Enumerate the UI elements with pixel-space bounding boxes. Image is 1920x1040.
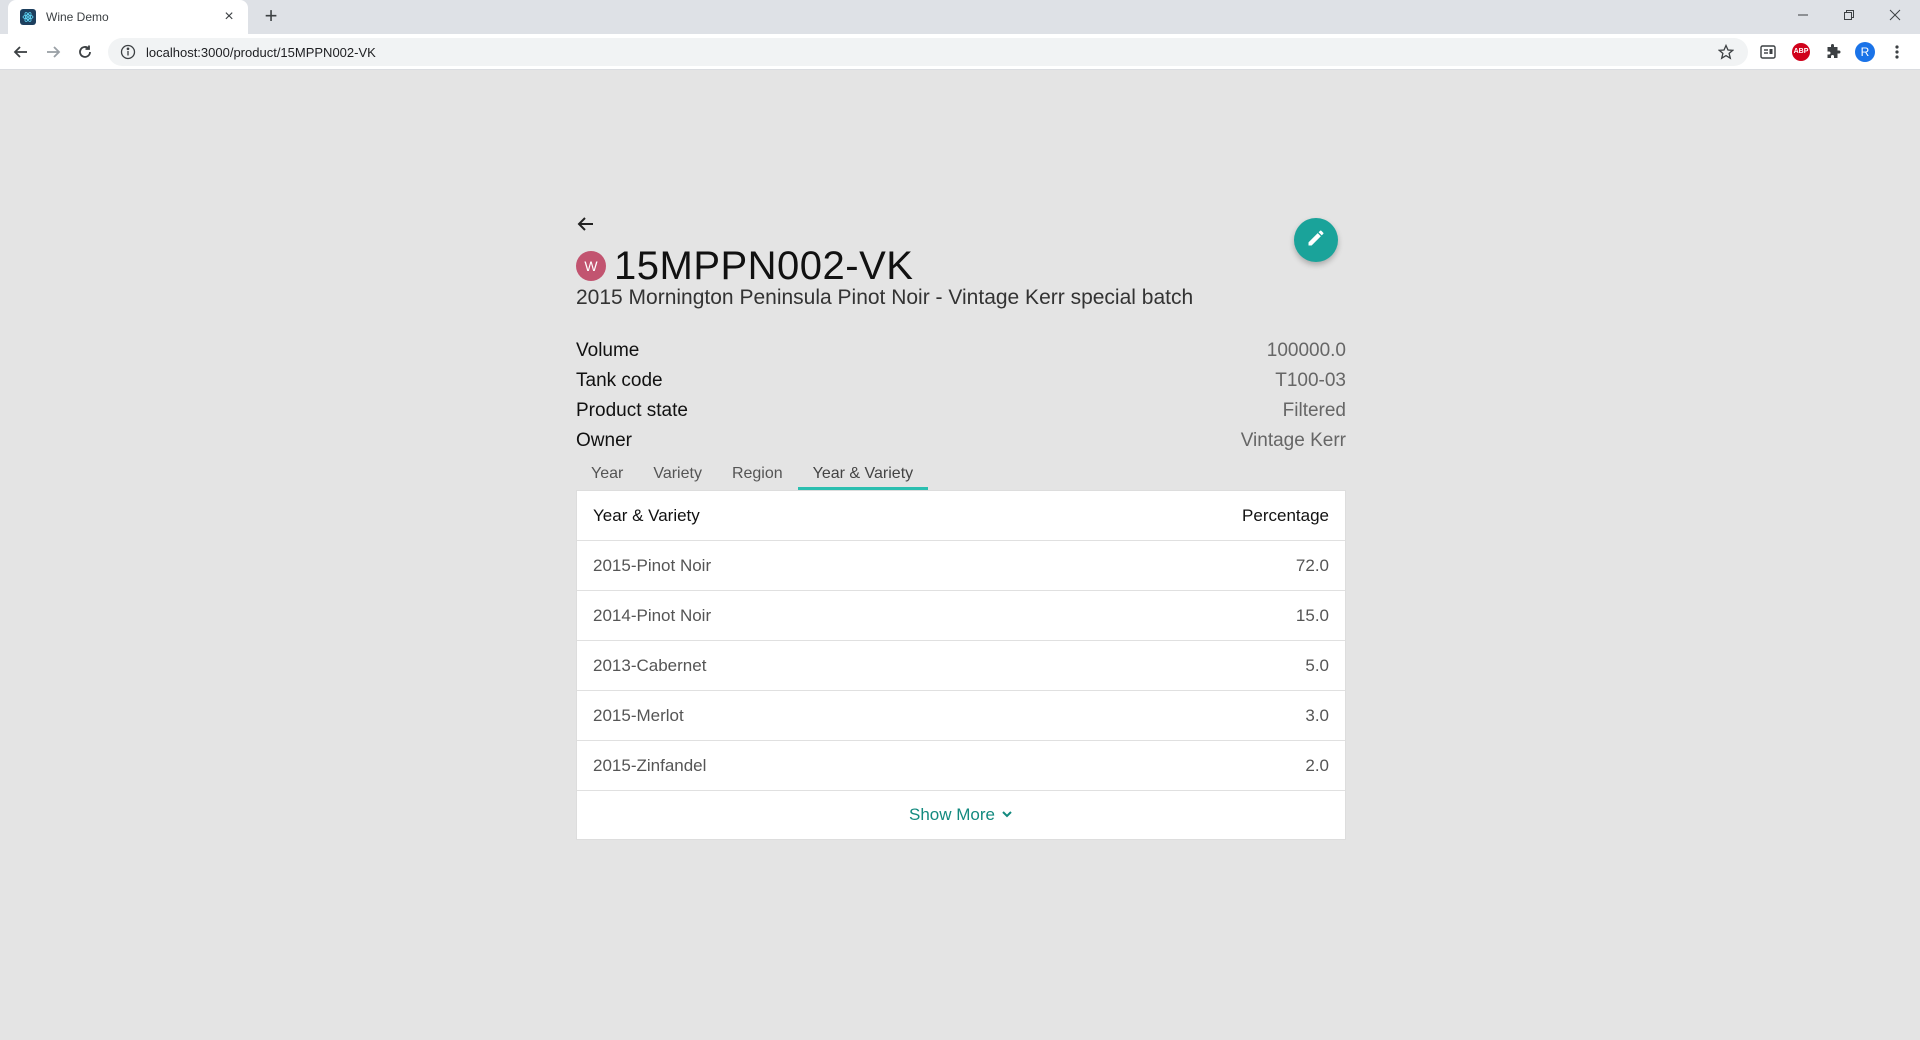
- extensions-puzzle-icon[interactable]: [1823, 42, 1843, 62]
- detail-value: 100000.0: [1266, 340, 1346, 361]
- detail-row-volume: Volume 100000.0: [576, 336, 1346, 366]
- site-info-icon[interactable]: [120, 44, 136, 60]
- table-cell: 15.0: [1295, 605, 1329, 625]
- tab-region[interactable]: Region: [717, 462, 798, 490]
- pencil-icon: [1306, 228, 1326, 253]
- edit-button[interactable]: [1294, 218, 1338, 262]
- show-more-button[interactable]: Show More: [577, 791, 1345, 839]
- table-row: 2015-Pinot Noir 72.0: [577, 541, 1345, 591]
- composition-table: Year & Variety Percentage 2015-Pinot Noi…: [576, 490, 1346, 840]
- restore-icon[interactable]: [1826, 0, 1872, 30]
- browser-tab[interactable]: Wine Demo ×: [8, 0, 248, 34]
- detail-label: Owner: [576, 430, 632, 451]
- detail-value: T100-03: [1275, 370, 1346, 391]
- tab-year-variety[interactable]: Year & Variety: [797, 462, 929, 490]
- browser-forward-button[interactable]: [40, 39, 66, 65]
- new-tab-button[interactable]: +: [260, 5, 282, 28]
- detail-value: Vintage Kerr: [1240, 430, 1346, 451]
- browser-reload-button[interactable]: [72, 39, 98, 65]
- detail-row-tank-code: Tank code T100-03: [576, 366, 1346, 396]
- close-window-icon[interactable]: [1872, 0, 1918, 30]
- detail-row-owner: Owner Vintage Kerr: [576, 426, 1346, 456]
- composition-tabs: Year Variety Region Year & Variety: [576, 462, 929, 490]
- tab-variety[interactable]: Variety: [638, 462, 717, 490]
- detail-label: Volume: [576, 340, 640, 361]
- react-favicon-icon: [20, 9, 36, 25]
- browser-toolbar: localhost:3000/product/15MPPN002-VK ABP …: [0, 34, 1920, 70]
- table-cell: 2.0: [1305, 755, 1329, 775]
- chevron-down-icon: [995, 805, 1013, 825]
- back-arrow-icon[interactable]: [576, 214, 602, 240]
- table-row: 2014-Pinot Noir 15.0: [577, 591, 1345, 641]
- table-cell: 3.0: [1305, 705, 1329, 725]
- table-cell: 2015-Zinfandel: [593, 755, 707, 775]
- table-cell: 2013-Cabernet: [593, 655, 707, 675]
- detail-value: Filtered: [1282, 400, 1346, 421]
- owner-avatar: W: [576, 251, 606, 281]
- browser-menu-icon[interactable]: [1887, 42, 1907, 62]
- table-row: 2013-Cabernet 5.0: [577, 641, 1345, 691]
- table-cell: 5.0: [1305, 655, 1329, 675]
- bookmark-star-icon[interactable]: [1717, 43, 1735, 65]
- tab-close-icon[interactable]: ×: [220, 8, 238, 26]
- table-cell: 2015-Pinot Noir: [593, 555, 712, 575]
- browser-tabstrip: Wine Demo × +: [0, 0, 1920, 34]
- url-text: localhost:3000/product/15MPPN002-VK: [146, 44, 376, 60]
- page-title: 15MPPN002-VK: [614, 244, 914, 288]
- product-description: 2015 Mornington Peninsula Pinot Noir - V…: [576, 286, 1194, 309]
- address-bar[interactable]: localhost:3000/product/15MPPN002-VK: [108, 38, 1748, 66]
- table-header-row: Year & Variety Percentage: [577, 491, 1345, 541]
- browser-back-button[interactable]: [8, 39, 34, 65]
- profile-avatar[interactable]: R: [1855, 42, 1875, 62]
- detail-label: Tank code: [576, 370, 663, 391]
- table-cell: 2014-Pinot Noir: [593, 605, 712, 625]
- adblock-extension-icon[interactable]: ABP: [1791, 42, 1811, 62]
- title-row: W 15MPPN002-VK: [576, 242, 913, 290]
- table-row: 2015-Zinfandel 2.0: [577, 741, 1345, 791]
- product-details: Volume 100000.0 Tank code T100-03 Produc…: [576, 336, 1346, 456]
- table-row: 2015-Merlot 3.0: [577, 691, 1345, 741]
- table-cell: 2015-Merlot: [593, 705, 684, 725]
- tab-year[interactable]: Year: [576, 462, 638, 490]
- column-header: Year & Variety: [593, 505, 700, 525]
- detail-label: Product state: [576, 400, 688, 421]
- tab-title: Wine Demo: [46, 10, 109, 24]
- detail-row-product-state: Product state Filtered: [576, 396, 1346, 426]
- reader-extension-icon[interactable]: [1758, 42, 1778, 62]
- minimize-icon[interactable]: [1780, 0, 1826, 30]
- show-more-label: Show More: [909, 805, 995, 824]
- table-cell: 72.0: [1295, 555, 1329, 575]
- column-header: Percentage: [1242, 505, 1329, 525]
